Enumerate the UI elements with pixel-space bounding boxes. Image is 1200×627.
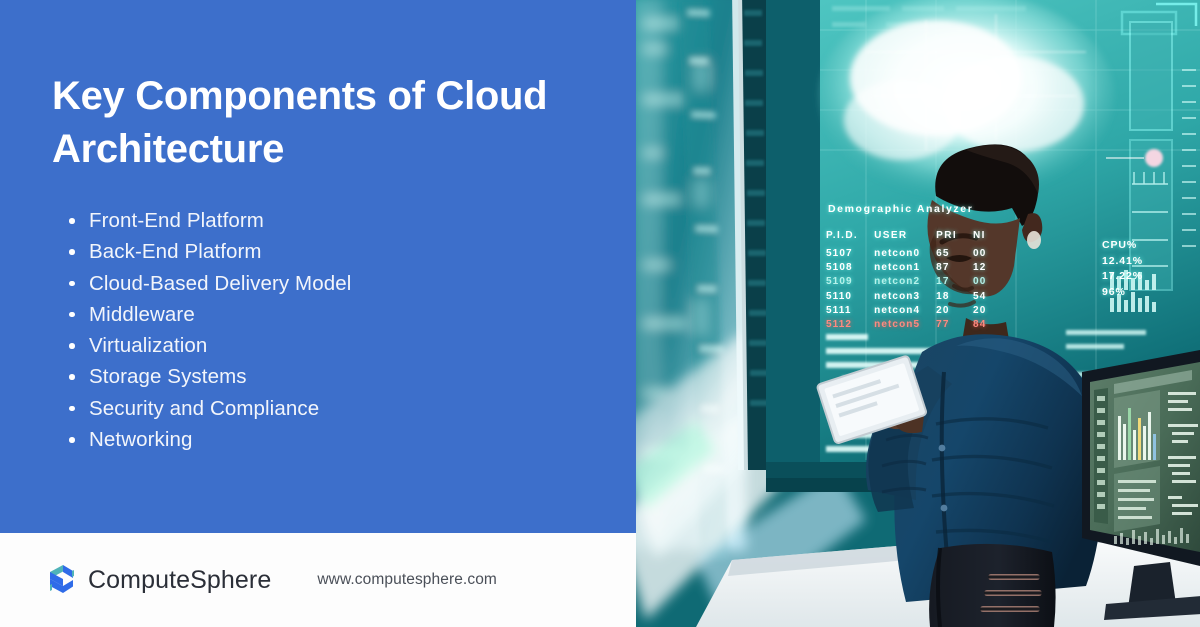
cell-pid: 5109 — [826, 276, 853, 288]
cell-pri: 17 — [936, 276, 950, 288]
brand-name: ComputeSphere — [88, 565, 272, 594]
cell-user: netcon2 — [874, 276, 921, 288]
content-panel: Key Components of Cloud Architecture Fro… — [0, 0, 636, 533]
column-header: P.I.D. — [826, 230, 859, 241]
list-item: Storage Systems — [64, 361, 604, 392]
computesphere-logo-icon — [50, 565, 74, 593]
list-item: Middleware — [64, 299, 604, 330]
cell-pri: 87 — [936, 262, 950, 274]
cell-pri: 77 — [936, 318, 950, 330]
list-item: Front-End Platform — [64, 205, 604, 236]
cell-ni: 12 — [973, 262, 987, 274]
table-row: 5111 netcon4 20 20 — [826, 305, 1002, 319]
cell-ni: 84 — [973, 318, 987, 330]
slide-canvas: Key Components of Cloud Architecture Fro… — [0, 0, 1200, 627]
table-header-row: P.I.D. USER PRI NI — [826, 230, 1002, 248]
screen-cpu-panel: CPU% 12.41% 17.22% 96% — [1102, 238, 1143, 300]
screen-process-table: P.I.D. USER PRI NI 5107 netcon0 65 00 51… — [826, 230, 1002, 333]
cpu-value: 17.22% — [1102, 270, 1144, 282]
list-item: Cloud-Based Delivery Model — [64, 268, 604, 299]
page-title: Key Components of Cloud Architecture — [52, 74, 548, 171]
table-row: 5112 netcon5 77 84 — [826, 319, 1002, 333]
cell-user: netcon1 — [874, 262, 921, 274]
cpu-label: CPU% — [1102, 239, 1138, 251]
column-header: USER — [874, 230, 908, 241]
cell-pid: 5108 — [826, 262, 853, 274]
cell-pid: 5110 — [826, 290, 853, 302]
cell-pri: 20 — [936, 304, 950, 316]
cell-pri: 18 — [936, 290, 950, 302]
cell-pid: 5111 — [826, 304, 852, 316]
cell-ni: 00 — [973, 276, 987, 288]
cell-pid: 5107 — [826, 248, 853, 259]
cell-ni: 00 — [973, 248, 987, 259]
hero-photo: Demographic Analyzer P.I.D. USER PRI NI … — [636, 0, 1200, 627]
list-item: Back-End Platform — [64, 236, 604, 267]
cell-ni: 54 — [973, 290, 987, 302]
cell-user: netcon5 — [874, 318, 921, 330]
brand-lockup: ComputeSphere — [46, 563, 271, 597]
key-components-list: Front-End Platform Back-End Platform Clo… — [64, 205, 604, 455]
site-url: www.computesphere.com — [317, 571, 497, 588]
cell-ni: 20 — [973, 304, 987, 316]
cpu-value: 96% — [1102, 285, 1126, 298]
table-row: 5109 netcon2 17 00 — [826, 276, 1002, 290]
table-row: 5108 netcon1 87 12 — [826, 262, 1002, 276]
cell-user: netcon4 — [874, 304, 921, 316]
list-item: Virtualization — [64, 330, 604, 361]
cell-pid: 5112 — [826, 318, 853, 330]
table-row: 5107 netcon0 65 00 — [826, 248, 1002, 262]
column-header: PRI — [936, 230, 958, 241]
cell-user: netcon3 — [874, 290, 921, 302]
table-row: 5110 netcon3 18 54 — [826, 291, 1002, 305]
column-header: NI — [973, 230, 986, 241]
list-item: Security and Compliance — [64, 393, 604, 424]
cell-pri: 65 — [936, 248, 950, 259]
cell-user: netcon0 — [874, 248, 921, 259]
footer-bar: ComputeSphere www.computesphere.com — [0, 533, 636, 627]
list-item: Networking — [64, 424, 604, 455]
cpu-value: 12.41% — [1102, 254, 1144, 267]
